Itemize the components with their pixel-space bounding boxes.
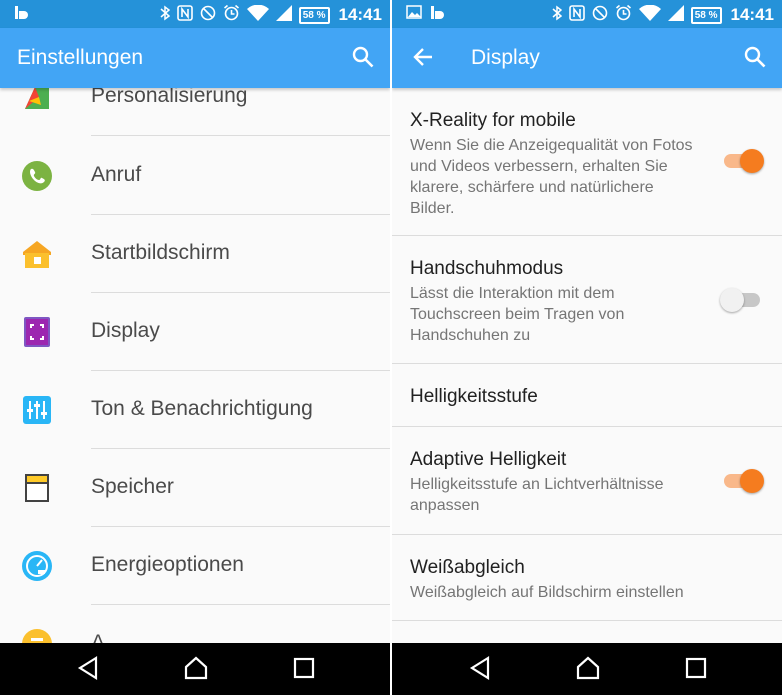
bluetooth-icon (552, 5, 562, 26)
list-item-label: Display (91, 319, 160, 342)
settings-list: Personalisierung Anruf Startbildschirm D… (0, 88, 390, 643)
battery-indicator: 58 % (690, 6, 722, 24)
list-item-label: Ton & Benachrichtigung (91, 397, 313, 420)
sd-card-icon (21, 472, 53, 504)
setting-helligkeitsstufe[interactable]: Helligkeitsstufe (392, 364, 782, 427)
nfc-icon (176, 4, 193, 26)
divider (91, 135, 390, 136)
back-nav-icon[interactable] (468, 655, 492, 686)
signal-icon (667, 4, 684, 26)
nav-bar (0, 643, 390, 695)
setting-summary: Wenn Sie die Anzeigequalität von Fotos u… (410, 137, 693, 217)
app-bar: Einstellungen (0, 28, 390, 88)
page-title: Einstellungen (17, 46, 144, 69)
do-not-disturb-icon (200, 5, 216, 26)
setting-title: Weißabgleich (410, 557, 525, 578)
clock: 14:41 (338, 5, 382, 24)
settings-screen: 58 % 14:41 Einstellungen Personalisierun… (0, 0, 390, 695)
battery-gauge-icon (21, 550, 53, 582)
back-nav-icon[interactable] (76, 655, 100, 686)
list-item-label: A... (91, 631, 123, 643)
partial-icon (21, 628, 53, 643)
do-not-disturb-icon (592, 5, 608, 26)
setting-title: Adaptive Helligkeit (410, 449, 567, 470)
battery-indicator: 58 % (298, 6, 330, 24)
list-item-startbildschirm[interactable]: Startbildschirm (0, 215, 390, 293)
alarm-icon (615, 4, 632, 26)
arrow-back-icon[interactable] (412, 46, 434, 73)
phone-icon (21, 160, 53, 192)
list-item-energieoptionen[interactable]: Energieoptionen (0, 527, 390, 605)
setting-title: Handschuhmodus (410, 258, 564, 279)
list-item-speicher[interactable]: Speicher (0, 449, 390, 527)
status-bar: 58 % 14:41 (0, 0, 390, 28)
wifi-icon (246, 4, 269, 26)
list-item-label: Anruf (91, 163, 142, 186)
setting-handschuhmodus[interactable]: Handschuhmodus Lässt die Interaktion mit… (392, 236, 782, 364)
clock: 14:41 (730, 5, 774, 24)
wifi-icon (638, 4, 661, 26)
list-item-personalisierung[interactable]: Personalisierung (0, 88, 390, 136)
setting-summary: Helligkeitsstufe an Lichtverhältnisse an… (410, 476, 664, 514)
signal-icon (275, 4, 292, 26)
list-item-anruf[interactable]: Anruf (0, 137, 390, 215)
sliders-icon (21, 394, 53, 426)
list-item-label: Speicher (91, 475, 174, 498)
notification-icon (14, 5, 28, 26)
bluetooth-icon (160, 5, 170, 26)
app-bar: Display (392, 28, 782, 88)
home-icon (21, 238, 53, 270)
display-settings-screen: 58 % 14:41 Display X-Reality for mobile … (392, 0, 782, 695)
display-settings-list: X-Reality for mobile Wenn Sie die Anzeig… (392, 88, 782, 643)
list-item-partial[interactable]: A... (0, 605, 390, 643)
status-bar: 58 % 14:41 (392, 0, 782, 28)
divider (392, 620, 782, 621)
palette-icon (21, 88, 53, 113)
x-reality-toggle[interactable] (724, 149, 764, 173)
recents-nav-icon[interactable] (293, 657, 315, 684)
setting-x-reality[interactable]: X-Reality for mobile Wenn Sie die Anzeig… (392, 88, 782, 236)
page-title: Display (471, 46, 540, 69)
list-item-label: Personalisierung (91, 88, 248, 107)
list-item-display[interactable]: Display (0, 293, 390, 371)
nfc-icon (568, 4, 585, 26)
glove-mode-toggle[interactable] (720, 288, 760, 312)
list-item-label: Energieoptionen (91, 553, 244, 576)
list-item-label: Startbildschirm (91, 241, 230, 264)
adaptive-brightness-toggle[interactable] (724, 469, 764, 493)
search-icon[interactable] (352, 46, 374, 73)
list-item-ton-benachrichtigung[interactable]: Ton & Benachrichtigung (0, 371, 390, 449)
setting-title: X-Reality for mobile (410, 110, 576, 131)
home-nav-icon[interactable] (183, 655, 209, 686)
setting-title: Helligkeitsstufe (410, 386, 538, 407)
setting-adaptive-helligkeit[interactable]: Adaptive Helligkeit Helligkeitsstufe an … (392, 427, 782, 535)
image-notification-icon (406, 5, 422, 26)
display-icon (21, 316, 53, 348)
recents-nav-icon[interactable] (685, 657, 707, 684)
home-nav-icon[interactable] (575, 655, 601, 686)
setting-summary: Weißabgleich auf Bildschirm einstellen (410, 584, 684, 601)
alarm-icon (223, 4, 240, 26)
search-icon[interactable] (744, 46, 766, 73)
notification-icon (430, 5, 444, 26)
nav-bar (392, 643, 782, 695)
setting-weissabgleich[interactable]: Weißabgleich Weißabgleich auf Bildschirm… (392, 535, 782, 621)
setting-summary: Lässt die Interaktion mit dem Touchscree… (410, 285, 625, 344)
